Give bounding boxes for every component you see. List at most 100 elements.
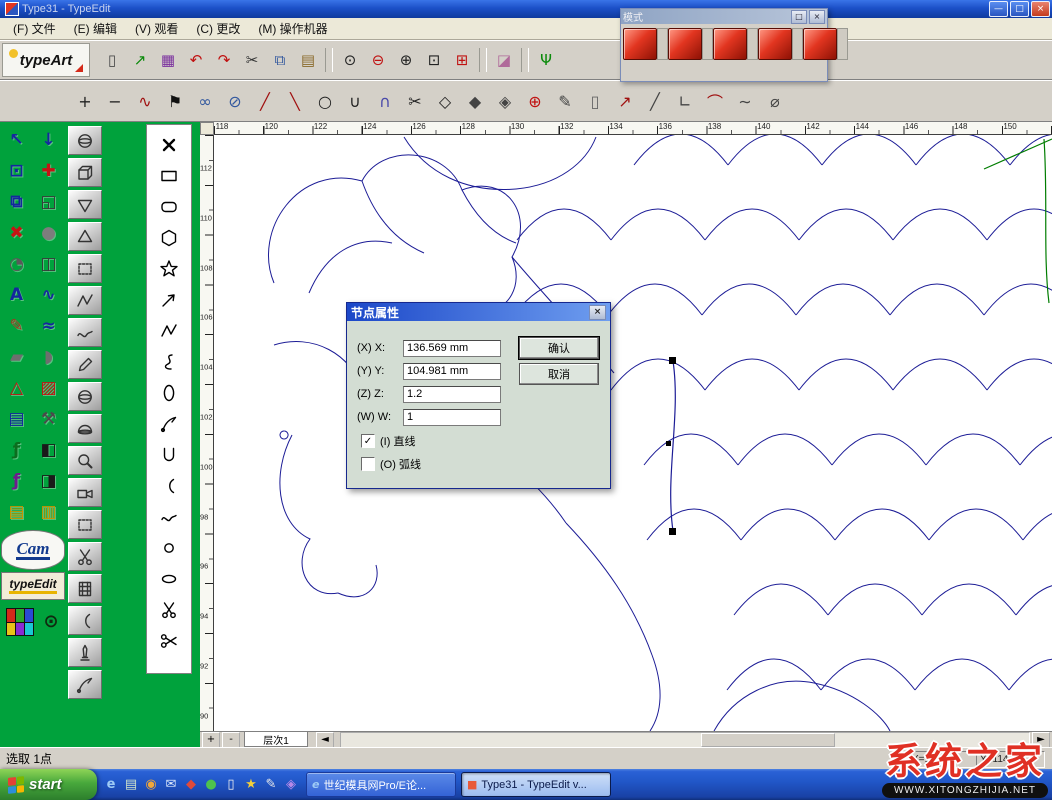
menu-view[interactable]: (V) 观看 (126, 18, 187, 39)
scroll-left-button[interactable]: ◄ (316, 732, 334, 748)
protractor-tool[interactable]: ◔ (2, 250, 31, 278)
pick-point-tool[interactable]: ↓ (34, 126, 63, 154)
dome-relief-tool[interactable]: ◗ (34, 343, 63, 371)
contrast2-tool[interactable]: ◨ (34, 467, 63, 495)
undo-button[interactable]: ↶ (182, 47, 210, 74)
zoom-page-button[interactable]: ⊞ (448, 47, 476, 74)
start-button[interactable]: start (0, 769, 97, 800)
cancel-button[interactable]: 取消 (519, 363, 599, 385)
grid-3d-tool[interactable] (68, 510, 102, 539)
relief-tool[interactable]: ▰ (2, 343, 31, 371)
checkbox[interactable] (361, 457, 375, 471)
rounded-rect-tool[interactable] (149, 191, 189, 222)
remove-node-button[interactable]: − (100, 87, 130, 116)
checkbox[interactable] (361, 434, 375, 448)
u-shape-tool[interactable] (149, 439, 189, 470)
symmetric-node-button[interactable]: ◈ (490, 87, 520, 116)
menu-edit[interactable]: (E) 编辑 (65, 18, 126, 39)
corner-button[interactable]: ∟ (670, 87, 700, 116)
layers2-tool[interactable]: ▥ (34, 498, 63, 526)
camera-3d-tool[interactable] (68, 478, 102, 507)
palette-close-button[interactable]: × (809, 10, 825, 24)
diameter-node-button[interactable]: ⌀ (760, 87, 790, 116)
lasso-tool[interactable]: ∿ (34, 281, 63, 309)
close-shape-tool[interactable] (149, 129, 189, 160)
shape-stack-tool[interactable]: ◱ (34, 188, 63, 216)
mode-icon[interactable] (803, 28, 837, 60)
pencil-3d-tool[interactable] (68, 670, 102, 699)
pencil-icon[interactable]: ✎ (262, 776, 280, 794)
scissors-open-tool[interactable] (149, 625, 189, 656)
reverse-contour-button[interactable]: ∩ (370, 87, 400, 116)
cube-3d-tool[interactable] (68, 158, 102, 187)
add-layer-button[interactable]: + (202, 732, 220, 748)
film-3d-tool[interactable] (68, 574, 102, 603)
redo-button[interactable]: ↷ (210, 47, 238, 74)
line-checkbox[interactable]: (I) 直线 (361, 433, 415, 449)
dropper-3d-tool[interactable] (68, 350, 102, 379)
add-node-button[interactable]: + (70, 87, 100, 116)
remove-layer-button[interactable]: - (222, 732, 240, 748)
document-icon[interactable]: ▯ (222, 776, 240, 794)
join-contours-button[interactable]: ∞ (190, 87, 220, 116)
mode-machine-button[interactable] (803, 28, 848, 60)
layer-tab[interactable]: 层次1 (244, 732, 308, 747)
slope-tool[interactable]: ✎ (2, 312, 31, 340)
mode-icon[interactable] (713, 28, 747, 60)
snap-target-button[interactable]: ⊕ (520, 87, 550, 116)
hatch-blue-tool[interactable]: ▤ (2, 405, 31, 433)
w-input[interactable] (403, 409, 501, 426)
arc-checkbox[interactable]: (O) 弧线 (361, 456, 421, 472)
open-contour-button[interactable]: ∪ (340, 87, 370, 116)
small-ellipse-tool[interactable] (149, 563, 189, 594)
smooth-node-button[interactable]: ◆ (460, 87, 490, 116)
measure-button[interactable]: Ψ (532, 47, 560, 74)
selection-handle[interactable] (666, 441, 671, 446)
cancel-icon[interactable]: × (893, 751, 905, 767)
mode-cam-button[interactable] (758, 28, 803, 60)
ie-icon[interactable]: e (102, 776, 120, 794)
chevron-down-icon[interactable] (837, 28, 848, 60)
y-input[interactable] (403, 363, 501, 380)
s-curve-tool[interactable] (149, 346, 189, 377)
ellipse-tool[interactable] (149, 377, 189, 408)
selection-handle[interactable] (669, 357, 676, 364)
mode-2d-button[interactable] (668, 28, 713, 60)
star-tool[interactable] (149, 253, 189, 284)
horizontal-scrollbar-track[interactable] (340, 732, 1030, 748)
save-button[interactable]: ▦ (154, 47, 182, 74)
green-ball-icon[interactable]: ● (202, 776, 220, 794)
open-button[interactable]: ↗ (126, 47, 154, 74)
close-button[interactable]: × (1031, 1, 1050, 17)
hexagon-tool[interactable] (149, 222, 189, 253)
edit-point-button[interactable]: ✎ (550, 87, 580, 116)
dialog-close-button[interactable]: × (589, 305, 606, 320)
scroll-right-button[interactable]: ► (1032, 732, 1050, 748)
zoom-window-button[interactable]: ⊡ (420, 47, 448, 74)
purple-icon[interactable]: ◈ (282, 776, 300, 794)
magnifier-icon[interactable]: ⊙ (38, 608, 64, 634)
dome-3d-tool[interactable] (68, 414, 102, 443)
wave-curve-tool[interactable] (149, 501, 189, 532)
chevron-down-icon[interactable] (792, 28, 803, 60)
statue-3d-tool[interactable] (68, 638, 102, 667)
mode-3d-button[interactable] (713, 28, 758, 60)
shape-pair-tool[interactable]: ⧉ (2, 188, 31, 216)
msn-icon[interactable]: ◆ (182, 776, 200, 794)
scissors-tool[interactable] (149, 594, 189, 625)
menu-modify[interactable]: (C) 更改 (187, 18, 249, 39)
mode-icon[interactable] (758, 28, 792, 60)
move-node-tool[interactable]: ✚ (34, 157, 63, 185)
select-tool[interactable]: ↖ (2, 126, 31, 154)
curve-3d-tool[interactable] (68, 606, 102, 635)
mode-icon[interactable] (668, 28, 702, 60)
chevron-down-icon[interactable] (747, 28, 758, 60)
hatch-red-tool[interactable]: ▨ (34, 374, 63, 402)
zigzag-3d-tool[interactable] (68, 286, 102, 315)
arc-button[interactable]: ⌒ (700, 87, 730, 116)
delete-object-button[interactable]: ▯ (580, 87, 610, 116)
mail-icon[interactable]: ✉ (162, 776, 180, 794)
dialog-titlebar[interactable]: 节点属性 × (347, 303, 610, 321)
x-input[interactable] (403, 340, 501, 357)
zoom-in-button[interactable]: ⊕ (392, 47, 420, 74)
